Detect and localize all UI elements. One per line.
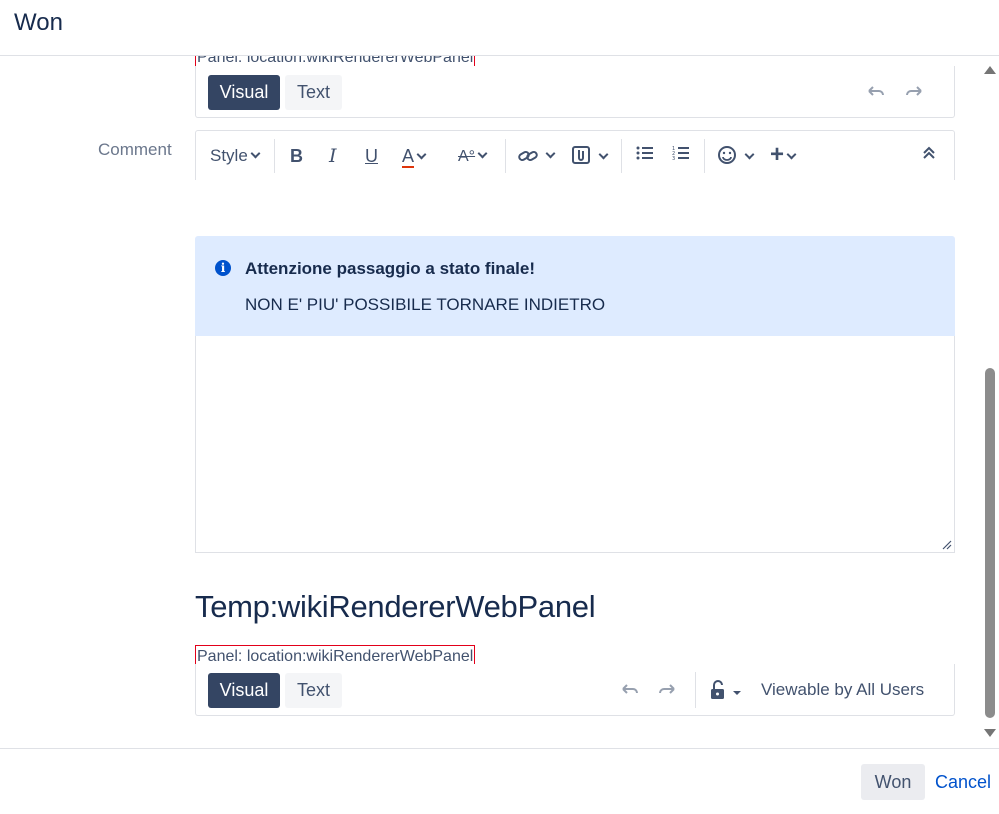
temp-text-button[interactable]: Text — [285, 673, 342, 708]
info-panel-title: Attenzione passaggio a stato finale! — [245, 259, 535, 278]
visibility-dropdown[interactable] — [709, 679, 745, 705]
dialog-content: Panel: location:wikiRendererWebPanel Vis… — [0, 56, 980, 748]
undo-icon[interactable] — [620, 682, 640, 702]
link-dropdown[interactable] — [518, 145, 556, 167]
dialog-title: Won — [14, 9, 63, 36]
top-text-button[interactable]: Text — [285, 75, 342, 110]
underline-icon[interactable]: U — [365, 145, 378, 167]
chevron-down-icon — [416, 149, 427, 160]
scroll-down-icon[interactable] — [984, 729, 996, 737]
comment-label: Comment — [98, 140, 172, 159]
insert-more-dropdown[interactable]: + — [770, 143, 797, 168]
temp-editor-mode-bar: Visual Text Viewable by All Users — [195, 664, 955, 716]
bold-icon[interactable]: B — [290, 145, 303, 167]
comment-toolbar: Style B I U A A° 123 + — [195, 130, 955, 180]
top-visual-button[interactable]: Visual — [208, 75, 280, 110]
redo-icon[interactable] — [657, 682, 677, 702]
chevron-down-icon — [598, 149, 609, 160]
text-effects-dropdown[interactable]: A° — [458, 145, 488, 168]
chevron-down-icon — [477, 148, 488, 159]
transition-dialog: Won Panel: location:wikiRendererWebPanel… — [0, 0, 999, 814]
temp-visual-button[interactable]: Visual — [208, 673, 280, 708]
toolbar-divider — [505, 139, 506, 173]
cancel-link[interactable]: Cancel — [935, 772, 991, 793]
svg-text:3: 3 — [672, 156, 675, 161]
toolbar-divider — [274, 139, 275, 173]
attachment-dropdown[interactable] — [571, 145, 609, 168]
bullet-list-icon[interactable] — [636, 145, 654, 167]
text-color-icon: A — [402, 146, 415, 168]
text-effects-icon: A° — [458, 148, 476, 165]
visibility-label[interactable]: Viewable by All Users — [761, 680, 924, 700]
toolbar-divider — [704, 139, 705, 173]
info-panel-body: NON E' PIU' POSSIBILE TORNARE INDIETRO — [245, 295, 606, 314]
vertical-scrollbar[interactable] — [980, 56, 999, 748]
insert-more-icon: + — [770, 141, 785, 168]
collapse-toolbar-icon[interactable] — [922, 145, 936, 167]
chevron-down-icon — [250, 148, 261, 159]
toolbar-divider — [695, 672, 696, 708]
toolbar-divider — [621, 139, 622, 173]
info-panel: i Attenzione passaggio a stato finale! N… — [195, 236, 955, 336]
italic-icon[interactable]: I — [329, 145, 337, 167]
chevron-down-icon — [545, 148, 556, 159]
dialog-header: Won — [0, 0, 999, 56]
top-editor-mode-bar: Visual Text — [195, 66, 955, 118]
chevron-down-icon — [744, 149, 755, 160]
temp-section-title: Temp:wikiRendererWebPanel — [195, 589, 596, 624]
scrollbar-thumb[interactable] — [985, 368, 995, 718]
chevron-down-icon — [786, 149, 797, 160]
won-button[interactable]: Won — [861, 764, 925, 800]
redo-icon[interactable] — [904, 84, 924, 104]
link-icon — [518, 146, 543, 165]
numbered-list-icon[interactable]: 123 — [672, 145, 690, 167]
emoji-dropdown[interactable] — [717, 145, 755, 168]
attachment-icon — [571, 146, 596, 166]
text-color-dropdown[interactable]: A — [402, 145, 427, 168]
undo-icon[interactable] — [866, 84, 886, 104]
resize-handle-icon[interactable] — [942, 540, 952, 550]
info-icon: i — [215, 260, 231, 276]
style-dropdown[interactable]: Style — [210, 145, 261, 167]
scroll-up-icon[interactable] — [984, 66, 996, 74]
emoji-icon — [717, 146, 742, 166]
comment-editor-area[interactable] — [195, 336, 955, 553]
dialog-footer: Won Cancel — [0, 748, 999, 814]
style-label: Style — [210, 146, 248, 165]
